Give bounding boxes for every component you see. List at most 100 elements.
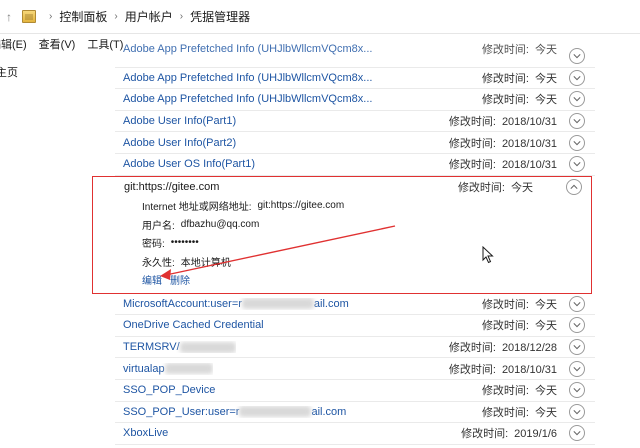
menu-edit[interactable]: 编辑(E) [0, 36, 27, 52]
credential-row[interactable]: MicrosoftAccount:user=r ail.com 修改时间: 今天 [115, 294, 595, 316]
modified-info: 修改时间: 2018/10/31 [449, 156, 557, 172]
modified-info: 修改时间: 今天 [458, 179, 533, 195]
expand-chevron-icon[interactable] [569, 339, 585, 356]
modified-label: 修改时间: [461, 428, 509, 441]
modified-date: 今天 [535, 385, 557, 398]
modified-info: 修改时间: 今天 [482, 404, 557, 420]
credential-name[interactable]: Adobe User Info(Part1) [123, 115, 236, 127]
expand-chevron-icon[interactable] [569, 382, 585, 399]
modified-label: 修改时间: [481, 44, 529, 57]
credential-row[interactable]: SSO_POP_Device 修改时间: 今天 [115, 380, 595, 402]
credential-name[interactable]: MicrosoftAccount:user=r ail.com [123, 298, 349, 310]
modified-label: 修改时间: [448, 363, 496, 376]
chevron-right-icon[interactable]: › [180, 11, 183, 22]
mouse-cursor-icon [482, 246, 494, 264]
credential-name[interactable]: Adobe App Prefetched Info (UHJlbWllcmVQc… [123, 93, 372, 105]
credential-actions: 编辑 删除 [124, 271, 591, 289]
credential-row[interactable]: Adobe User Info(Part1) 修改时间: 2018/10/31 [115, 111, 595, 133]
address-bar[interactable]: ↑ › 控制面板 › 用户帐户 › 凭据管理器 [0, 0, 640, 34]
expand-chevron-icon[interactable] [569, 156, 585, 173]
modified-label: 修改时间: [481, 385, 529, 398]
credential-row[interactable]: Adobe App Prefetched Info (UHJlbWllcmVQc… [115, 89, 595, 111]
expand-chevron-icon[interactable] [569, 69, 585, 86]
expand-chevron-icon[interactable] [569, 295, 585, 312]
redacted-blur [179, 341, 236, 353]
modified-date: 今天 [535, 94, 557, 107]
credential-name[interactable]: SSO_POP_User:user=r ail.com [123, 406, 346, 418]
credential-name[interactable]: Adobe User OS Info(Part1) [123, 158, 255, 170]
control-panel-home-link[interactable]: 主页 [0, 64, 18, 80]
modified-date: 今天 [535, 72, 557, 85]
credential-row[interactable]: Adobe App Prefetched Info (UHJlbWllcmVQc… [115, 43, 595, 68]
credential-name[interactable]: XboxLive [123, 427, 168, 439]
credential-name[interactable]: git:https://gitee.com [124, 181, 219, 193]
expand-chevron-icon[interactable] [569, 317, 585, 334]
credential-name[interactable]: Adobe App Prefetched Info (UHJlbWllcmVQc… [123, 72, 372, 84]
credential-row[interactable]: OneDrive Cached Credential 修改时间: 今天 [115, 315, 595, 337]
credential-name[interactable]: OneDrive Cached Credential [123, 319, 264, 331]
credential-row[interactable]: SSO_POP_User:user=r ail.com 修改时间: 今天 [115, 402, 595, 424]
modified-label: 修改时间: [481, 320, 529, 333]
credential-name[interactable]: Adobe User Info(Part2) [123, 137, 236, 149]
credential-row[interactable]: TERMSRV/ 修改时间: 2018/12/28 [115, 337, 595, 359]
modified-label: 修改时间: [481, 72, 529, 85]
expanded-credential-header[interactable]: git:https://gitee.com 修改时间: 今天 [124, 177, 591, 197]
modified-date: 2018/10/31 [501, 159, 557, 172]
credential-name[interactable]: Adobe App Prefetched Info (UHJlbWllcmVQc… [123, 43, 372, 55]
internet-address-value: git:https://gitee.com [257, 200, 345, 212]
up-arrow-icon[interactable]: ↑ [0, 10, 18, 24]
chevron-right-icon[interactable]: › [114, 11, 117, 22]
modified-info: 修改时间: 今天 [482, 91, 557, 107]
password-value: •••••••• [170, 237, 199, 249]
expand-chevron-icon[interactable] [569, 48, 585, 65]
edit-link[interactable]: 编辑 [142, 272, 162, 287]
modified-label: 修改时间: [481, 298, 529, 311]
credential-name[interactable]: SSO_POP_Device [123, 384, 215, 396]
modified-info: 修改时间: 今天 [482, 296, 557, 312]
credential-name[interactable]: virtualap [123, 363, 213, 375]
internet-address-detail: Internet 地址或网络地址: git:https://gitee.com [124, 197, 591, 216]
expand-chevron-icon[interactable] [569, 134, 585, 151]
credential-row[interactable]: virtualap 修改时间: 2018/10/31 [115, 358, 595, 380]
modified-info: 修改时间: 2019/1/6 [461, 425, 557, 441]
credential-name[interactable]: TERMSRV/ [123, 341, 236, 353]
collapse-chevron-icon[interactable] [566, 178, 582, 195]
control-panel-folder-icon [22, 10, 36, 23]
credential-row[interactable]: Adobe User OS Info(Part1) 修改时间: 2018/10/3… [115, 154, 595, 176]
modified-date: 今天 [535, 298, 557, 311]
password-detail: 密码: •••••••• [124, 234, 591, 253]
password-label: 密码: [142, 239, 165, 251]
modified-label: 修改时间: [448, 116, 496, 129]
modified-date: 2018/10/31 [501, 116, 557, 129]
expand-chevron-icon[interactable] [569, 113, 585, 130]
modified-info: 修改时间: 2018/10/31 [449, 113, 557, 129]
modified-label: 修改时间: [448, 342, 496, 355]
modified-date: 今天 [535, 320, 557, 333]
breadcrumb-control-panel[interactable]: 控制面板 [59, 8, 107, 25]
credential-row[interactable]: Adobe App Prefetched Info (UHJlbWllcmVQc… [115, 68, 595, 90]
modified-date: 今天 [535, 44, 557, 57]
credential-row[interactable]: XboxLive 修改时间: 2019/1/6 [115, 423, 595, 445]
expand-chevron-icon[interactable] [569, 403, 585, 420]
persistence-detail: 永久性: 本地计算机 [124, 252, 591, 271]
breadcrumb-user-accounts[interactable]: 用户帐户 [125, 8, 173, 25]
modified-date: 2019/1/6 [514, 428, 557, 441]
redacted-blur [239, 406, 312, 418]
modified-info: 修改时间: 今天 [482, 317, 557, 333]
chevron-right-icon[interactable]: › [49, 11, 52, 22]
modified-info: 修改时间: 今天 [482, 41, 557, 57]
expand-chevron-icon[interactable] [569, 91, 585, 108]
expand-chevron-icon[interactable] [569, 360, 585, 377]
credential-row[interactable]: Adobe User Info(Part2) 修改时间: 2018/10/31 [115, 132, 595, 154]
modified-label: 修改时间: [457, 181, 505, 194]
breadcrumb-credential-manager[interactable]: 凭据管理器 [190, 8, 250, 25]
expand-chevron-icon[interactable] [569, 425, 585, 442]
modified-date: 2018/12/28 [501, 342, 557, 355]
redacted-blur [241, 298, 314, 310]
delete-link[interactable]: 删除 [170, 272, 190, 287]
modified-info: 修改时间: 2018/12/28 [449, 339, 557, 355]
credential-list: Adobe App Prefetched Info (UHJlbWllcmVQc… [92, 43, 595, 445]
menu-view[interactable]: 查看(V) [39, 36, 76, 52]
modified-info: 修改时间: 2018/10/31 [449, 135, 557, 151]
internet-address-label: Internet 地址或网络地址: [142, 202, 252, 214]
